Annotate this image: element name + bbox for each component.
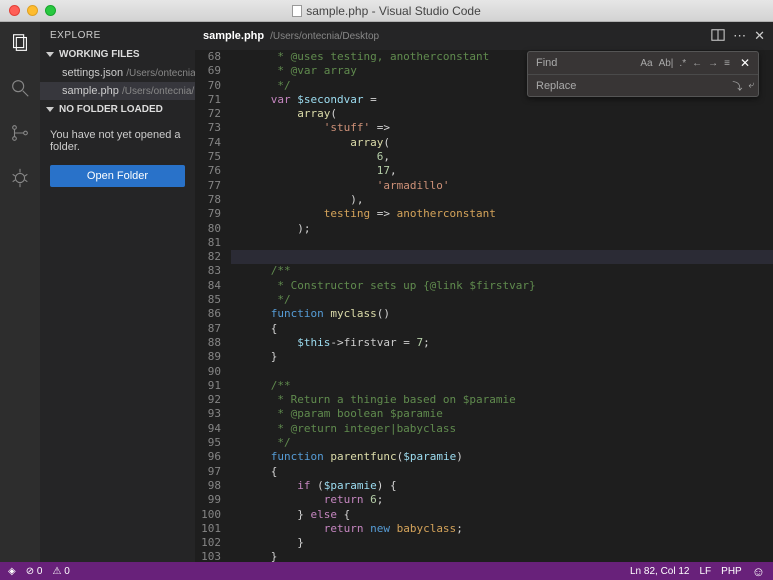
tab-filename[interactable]: sample.php (203, 30, 264, 42)
split-editor-icon[interactable] (711, 28, 725, 45)
find-replace-widget[interactable]: Find Aa Ab| .* ← → ≡ ✕ Replace ⤵ ⤶ (527, 51, 759, 97)
language-mode[interactable]: PHP (721, 566, 742, 577)
activity-bar (0, 22, 40, 562)
match-case-toggle[interactable]: Aa (640, 58, 652, 69)
prev-match-icon[interactable]: ← (692, 58, 702, 69)
code-editor[interactable]: 6869707172737475767778798081828384858687… (195, 50, 773, 562)
cursor-position[interactable]: Ln 82, Col 12 (630, 566, 690, 577)
document-icon (292, 5, 302, 17)
eol-indicator[interactable]: LF (699, 566, 711, 577)
next-match-icon[interactable]: → (708, 58, 718, 69)
git-icon[interactable] (9, 122, 31, 147)
explorer-header: EXPLORE (40, 22, 195, 45)
explorer-icon[interactable] (9, 32, 31, 57)
select-all-matches-icon[interactable]: ≡ (724, 58, 730, 69)
debug-icon[interactable] (9, 167, 31, 192)
tab-path: /Users/ontecnia/Desktop (270, 31, 379, 42)
close-editor-icon[interactable]: ✕ (754, 28, 765, 44)
search-icon[interactable] (9, 77, 31, 102)
no-folder-section[interactable]: NO FOLDER LOADED (40, 100, 195, 119)
remote-indicator[interactable]: ◈ (8, 566, 16, 577)
replace-all-icon[interactable]: ⤶ (748, 80, 754, 91)
window-title: sample.php - Visual Studio Code (0, 4, 773, 18)
editor-tab-bar: sample.php /Users/ontecnia/Desktop ⋯ ✕ (195, 22, 773, 50)
explorer-sidebar: EXPLORE WORKING FILES settings.json /Use… (40, 22, 195, 562)
working-files-section[interactable]: WORKING FILES (40, 45, 195, 64)
status-bar: ◈ ⊘ 0 ⚠ 0 Ln 82, Col 12 LF PHP ☺ (0, 562, 773, 580)
close-find-icon[interactable]: ✕ (736, 56, 754, 70)
replace-one-icon[interactable]: ⤵ (732, 78, 742, 93)
editor-group: sample.php /Users/ontecnia/Desktop ⋯ ✕ 6… (195, 22, 773, 562)
line-number-gutter: 6869707172737475767778798081828384858687… (195, 50, 231, 562)
feedback-icon[interactable]: ☺ (752, 564, 765, 579)
working-file-item[interactable]: sample.php /Users/ontecnia/... (40, 82, 195, 100)
errors-count[interactable]: ⊘ 0 (26, 566, 43, 577)
title-bar: sample.php - Visual Studio Code (0, 0, 773, 22)
open-folder-button[interactable]: Open Folder (50, 165, 185, 187)
more-actions-icon[interactable]: ⋯ (733, 28, 746, 44)
working-file-item[interactable]: settings.json /Users/ontecnia/... (40, 64, 195, 82)
match-word-toggle[interactable]: Ab| (659, 58, 674, 69)
regex-toggle[interactable]: .* (679, 58, 686, 69)
find-input[interactable]: Find (532, 57, 640, 69)
replace-input[interactable]: Replace (532, 80, 732, 92)
warnings-count[interactable]: ⚠ 0 (52, 566, 69, 577)
no-folder-message: You have not yet opened a folder. (40, 119, 195, 161)
code-lines[interactable]: * @uses testing, anotherconstant * @var … (231, 50, 773, 562)
